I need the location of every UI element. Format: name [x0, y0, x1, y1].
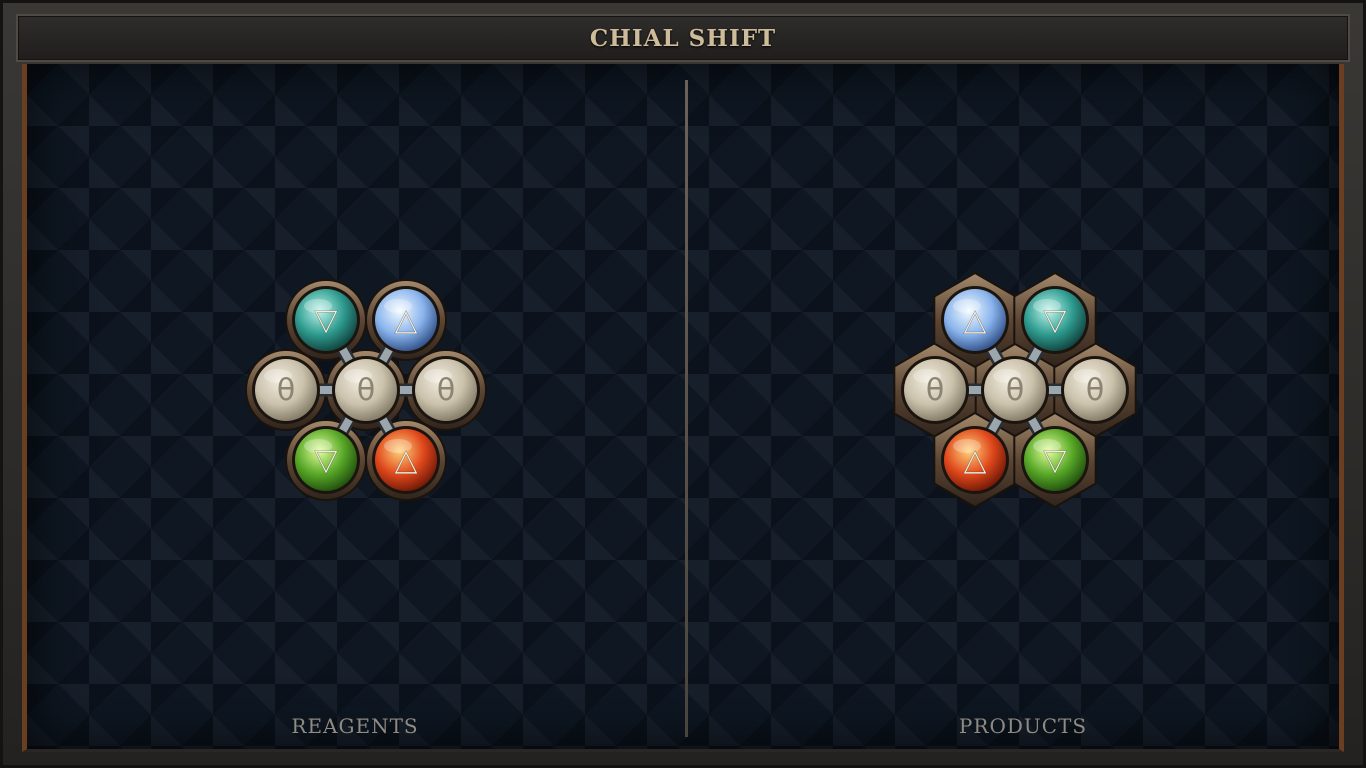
title-bar: CHIAL SHIFT — [16, 14, 1350, 62]
atom-fire-bottom-left[interactable]: △ — [941, 426, 1009, 494]
products-label: PRODUCTS — [958, 714, 1088, 738]
atom-symbol: θ — [277, 373, 295, 408]
atom-symbol: ▽ — [1043, 443, 1066, 478]
atom-symbol: ▽ — [314, 303, 337, 338]
atom-symbol: ▽ — [314, 443, 337, 478]
atom-symbol: θ — [926, 373, 944, 408]
atom-water-top-left[interactable]: ▽ — [292, 286, 360, 354]
atom-water-top-right[interactable]: ▽ — [1021, 286, 1089, 354]
page-title: CHIAL SHIFT — [589, 24, 777, 52]
atom-earth-bottom-right[interactable]: ▽ — [1021, 426, 1089, 494]
atom-symbol: θ — [357, 373, 375, 408]
atom-salt-left[interactable]: θ — [252, 356, 320, 424]
atom-salt-right[interactable]: θ — [412, 356, 480, 424]
reagents-label: REAGENTS — [291, 714, 419, 738]
atom-symbol: △ — [394, 443, 417, 478]
atom-symbol: △ — [963, 443, 986, 478]
atom-earth-bottom-left[interactable]: ▽ — [292, 426, 360, 494]
atom-air-top-right[interactable]: △ — [372, 286, 440, 354]
atom-symbol: ▽ — [1043, 303, 1066, 338]
atom-symbol: △ — [394, 303, 417, 338]
atom-symbol: θ — [437, 373, 455, 408]
reagents-molecule[interactable]: θ θ θ ▽ △ ▽ △ — [226, 270, 506, 510]
puzzle-board: θ θ θ ▽ △ ▽ △ θ θ θ △ ▽ △ ▽ REAGENTS PRODUCTS — [22, 64, 1344, 752]
atom-symbol: θ — [1006, 373, 1024, 408]
panel-divider — [685, 80, 688, 737]
atom-salt-center[interactable]: θ — [332, 356, 400, 424]
atom-symbol: △ — [963, 303, 986, 338]
atom-air-top-left[interactable]: △ — [941, 286, 1009, 354]
atom-salt-right[interactable]: θ — [1061, 356, 1129, 424]
atom-symbol: θ — [1086, 373, 1104, 408]
atom-salt-left[interactable]: θ — [901, 356, 969, 424]
atom-salt-center[interactable]: θ — [981, 356, 1049, 424]
products-molecule[interactable]: θ θ θ △ ▽ △ ▽ — [875, 270, 1155, 510]
atom-fire-bottom-right[interactable]: △ — [372, 426, 440, 494]
